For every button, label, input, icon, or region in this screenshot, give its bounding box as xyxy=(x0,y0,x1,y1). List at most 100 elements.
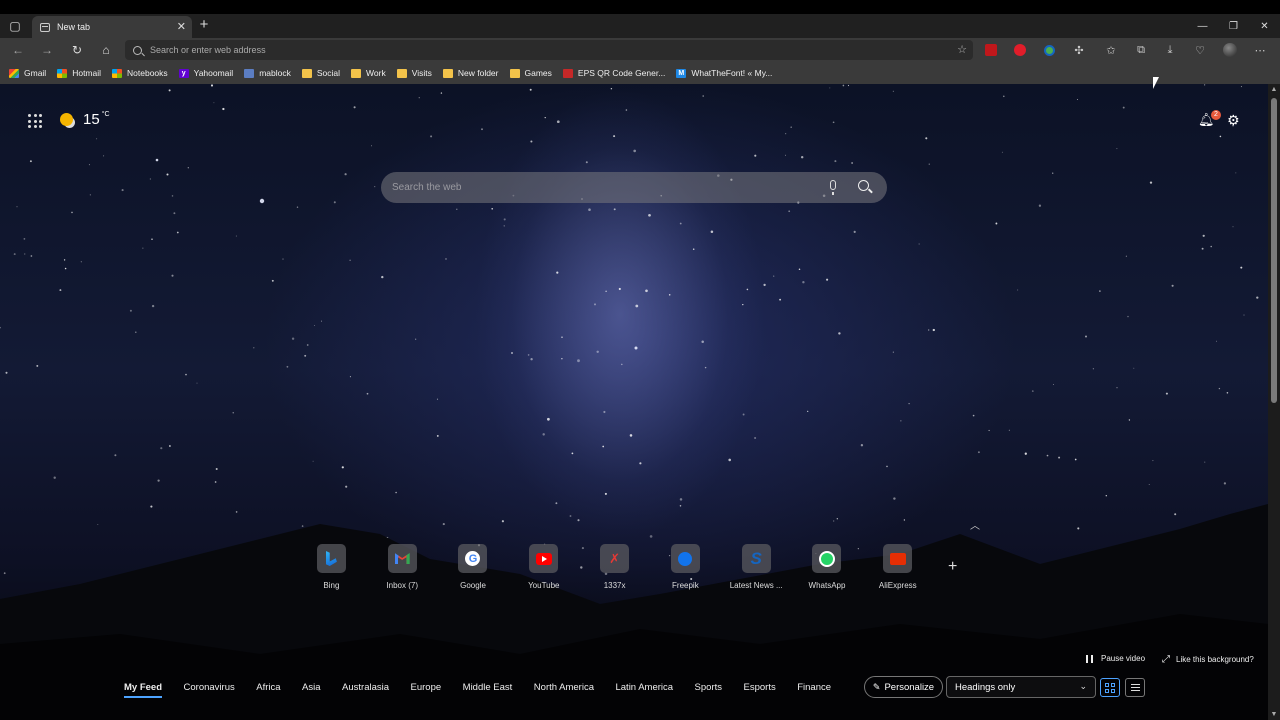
add-quick-link-button[interactable]: + xyxy=(948,558,957,576)
bing-icon xyxy=(325,551,337,566)
youtube-icon xyxy=(535,552,552,565)
s-icon: S xyxy=(750,548,762,568)
window-close-icon[interactable]: ✕ xyxy=(1249,14,1280,38)
bookmark-notebooks[interactable]: Notebooks xyxy=(112,68,168,78)
address-bar[interactable]: ☆ xyxy=(125,40,973,60)
quick-link-inbox[interactable]: Inbox (7) xyxy=(367,544,438,590)
like-background-button[interactable]: ⤢ Like this background? xyxy=(1162,654,1254,665)
web-search-input[interactable] xyxy=(392,182,812,193)
bookmark-eps-qr[interactable]: EPS QR Code Gener... xyxy=(562,68,665,78)
temperature: 15 °C xyxy=(83,111,110,128)
feed-tab-europe[interactable]: Europe xyxy=(411,682,442,698)
personalize-button[interactable]: ✎ Personalize xyxy=(864,676,943,698)
bookmark-folder-work[interactable]: Work xyxy=(351,68,386,78)
bookmark-gmail[interactable]: Gmail xyxy=(9,68,46,78)
feed-tab-sports[interactable]: Sports xyxy=(695,682,722,698)
web-search-box[interactable] xyxy=(381,172,887,203)
bookmark-mablock[interactable]: mablock xyxy=(244,68,291,78)
google-icon: G xyxy=(465,551,481,566)
new-tab-button[interactable]: + xyxy=(196,16,212,34)
bookmark-folder-visits[interactable]: Visits xyxy=(396,68,432,78)
add-favorite-icon[interactable]: ☆ xyxy=(957,43,967,56)
title-bar: ▢ New tab ✕ + — ❐ ✕ xyxy=(0,14,1280,38)
whatsapp-icon xyxy=(818,550,835,567)
microphone-icon[interactable] xyxy=(830,180,836,195)
layout-select[interactable]: Headings only ⌄ xyxy=(946,676,1096,698)
page-scrollbar[interactable]: ▲ ▼ xyxy=(1268,84,1280,720)
search-icon[interactable] xyxy=(858,180,869,191)
folder-icon xyxy=(301,68,312,78)
grid-view-button[interactable] xyxy=(1100,678,1120,697)
chevron-up-icon[interactable]: ︿ xyxy=(970,517,980,532)
quick-link-youtube[interactable]: YouTube xyxy=(508,544,579,590)
scroll-down-arrow-icon[interactable]: ▼ xyxy=(1270,711,1278,718)
collections-icon[interactable]: ⧉ xyxy=(1133,42,1149,58)
page-settings-gear-icon[interactable]: ⚙ xyxy=(1227,112,1240,129)
back-icon[interactable]: ← xyxy=(8,41,28,59)
bookmark-folder-new[interactable]: New folder xyxy=(442,68,499,78)
favorites-icon[interactable]: ✩ xyxy=(1103,42,1119,58)
bookmark-folder-social[interactable]: Social xyxy=(301,68,340,78)
feed-tab-australasia[interactable]: Australasia xyxy=(342,682,389,698)
address-input[interactable] xyxy=(150,45,930,55)
weather-widget[interactable]: 15 °C xyxy=(60,111,110,128)
feed-tab-esports[interactable]: Esports xyxy=(744,682,776,698)
feed-tab-africa[interactable]: Africa xyxy=(256,682,280,698)
scroll-up-arrow-icon[interactable]: ▲ xyxy=(1270,86,1278,93)
scroll-thumb[interactable] xyxy=(1271,98,1277,403)
restore-icon[interactable]: ❐ xyxy=(1218,14,1249,38)
extension-record-icon[interactable] xyxy=(1012,42,1028,58)
quick-link-latest-news[interactable]: S Latest News ... xyxy=(721,544,792,590)
list-view-button[interactable] xyxy=(1125,678,1145,697)
more-menu-icon[interactable]: ⋯ xyxy=(1252,42,1268,58)
notification-count-badge: 2 xyxy=(1211,110,1221,120)
extensions-puzzle-icon[interactable]: ✣ xyxy=(1071,42,1087,58)
quick-link-freepik[interactable]: Freepik xyxy=(650,544,721,590)
extension-green-icon[interactable] xyxy=(1041,42,1057,58)
x-icon: ✗ xyxy=(609,550,621,566)
home-icon[interactable]: ⌂ xyxy=(96,41,116,59)
pause-video-button[interactable]: Pause video xyxy=(1086,654,1145,663)
bookmark-whatthefont[interactable]: M WhatTheFont! « My... xyxy=(676,68,772,78)
expand-icon: ⤢ xyxy=(1162,654,1170,665)
forward-icon[interactable]: → xyxy=(37,41,57,59)
freepik-icon xyxy=(678,551,693,566)
feed-tab-my-feed[interactable]: My Feed xyxy=(124,682,163,698)
apps-launcher-icon[interactable] xyxy=(28,114,42,128)
aliexpress-icon xyxy=(889,552,906,565)
performance-icon[interactable]: ♡ xyxy=(1192,42,1208,58)
doc-icon xyxy=(244,68,255,78)
feed-tab-north-america[interactable]: North America xyxy=(534,682,594,698)
tab-actions-icon[interactable]: ▢ xyxy=(6,18,24,34)
pause-icon xyxy=(1086,654,1093,663)
window-controls: — ❐ ✕ xyxy=(1187,14,1280,38)
profile-avatar[interactable] xyxy=(1222,42,1238,58)
bookmark-yahoomail[interactable]: y Yahoomail xyxy=(178,68,233,78)
quick-link-google[interactable]: G Google xyxy=(438,544,509,590)
tab-new-tab[interactable]: New tab ✕ xyxy=(32,16,192,38)
feed-tab-asia[interactable]: Asia xyxy=(302,682,320,698)
refresh-icon[interactable]: ↻ xyxy=(67,41,87,59)
notifications-bell-icon[interactable]: 🔔︎ xyxy=(1198,112,1215,128)
quick-links: Bing Inbox (7) G Google YouTube ✗ 1337x Fr… xyxy=(296,544,933,590)
eps-icon xyxy=(562,68,573,78)
quick-link-1337x[interactable]: ✗ 1337x xyxy=(579,544,650,590)
minimize-icon[interactable]: — xyxy=(1187,14,1218,38)
page-icon xyxy=(40,22,50,32)
bookmark-folder-games[interactable]: Games xyxy=(509,68,552,78)
quick-link-aliexpress[interactable]: AliExpress xyxy=(862,544,933,590)
quick-link-bing[interactable]: Bing xyxy=(296,544,367,590)
yahoo-icon: y xyxy=(178,68,189,78)
quick-link-whatsapp[interactable]: WhatsApp xyxy=(792,544,863,590)
feed-tab-finance[interactable]: Finance xyxy=(797,682,831,698)
feed-tab-coronavirus[interactable]: Coronavirus xyxy=(184,682,235,698)
tab-title: New tab xyxy=(57,22,91,32)
feed-tab-middle-east[interactable]: Middle East xyxy=(463,682,513,698)
tab-close-icon[interactable]: ✕ xyxy=(177,20,186,33)
feed-navigation: My Feed Coronavirus Africa Asia Australasia E… xyxy=(124,682,853,698)
extension-adobe-icon[interactable] xyxy=(983,42,999,58)
feed-tab-latin-america[interactable]: Latin America xyxy=(615,682,673,698)
downloads-icon[interactable]: ⤓ xyxy=(1162,42,1178,58)
bookmark-hotmail[interactable]: Hotmail xyxy=(57,68,101,78)
microsoft-icon xyxy=(57,68,68,78)
